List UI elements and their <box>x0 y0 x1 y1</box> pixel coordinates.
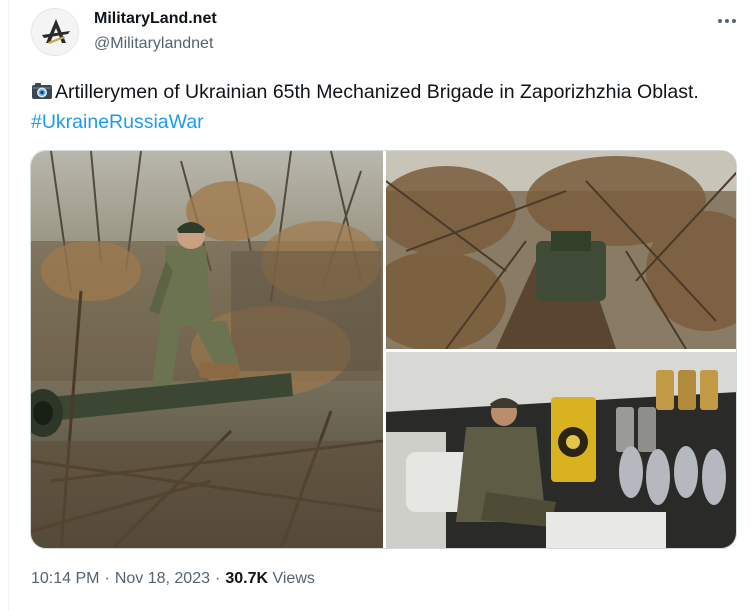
views-count: 30.7K <box>225 570 269 587</box>
more-dot-icon <box>732 19 736 23</box>
meta-separator: · <box>215 570 221 587</box>
tweet-date[interactable]: Nov 18, 2023 <box>115 570 210 587</box>
author-handle[interactable]: @Militarylandnet <box>94 35 213 53</box>
more-dot-icon <box>725 19 729 23</box>
tweet-meta: 10:14 PM · Nov 18, 2023 · 30.7K Views <box>31 570 315 588</box>
camouflaged-artillery-photo[interactable] <box>386 151 736 349</box>
tweet-card: MilitaryLand.net @Militarylandnet Artill… <box>0 0 751 611</box>
more-options-button[interactable] <box>712 12 742 30</box>
tweet-time[interactable]: 10:14 PM <box>31 570 99 587</box>
hashtag-link[interactable]: #UkraineRussiaWar <box>31 111 204 133</box>
tweet-text: Artillerymen of Ukrainian 65th Mechanize… <box>31 77 731 137</box>
author-display-name[interactable]: MilitaryLand.net <box>94 10 217 28</box>
militaryland-logo-icon <box>32 9 78 55</box>
soldier-on-howitzer-photo[interactable] <box>31 151 383 548</box>
tweet-body-text: Artillerymen of Ukrainian 65th Mechanize… <box>55 81 699 103</box>
meta-separator: · <box>104 570 110 587</box>
camera-emoji-icon <box>32 83 52 99</box>
artillery-interior-photo[interactable] <box>386 352 736 548</box>
views-label: Views <box>272 570 315 587</box>
left-divider <box>8 0 9 611</box>
avatar[interactable] <box>31 8 79 56</box>
more-dot-icon <box>718 19 722 23</box>
media-grid <box>30 150 737 549</box>
